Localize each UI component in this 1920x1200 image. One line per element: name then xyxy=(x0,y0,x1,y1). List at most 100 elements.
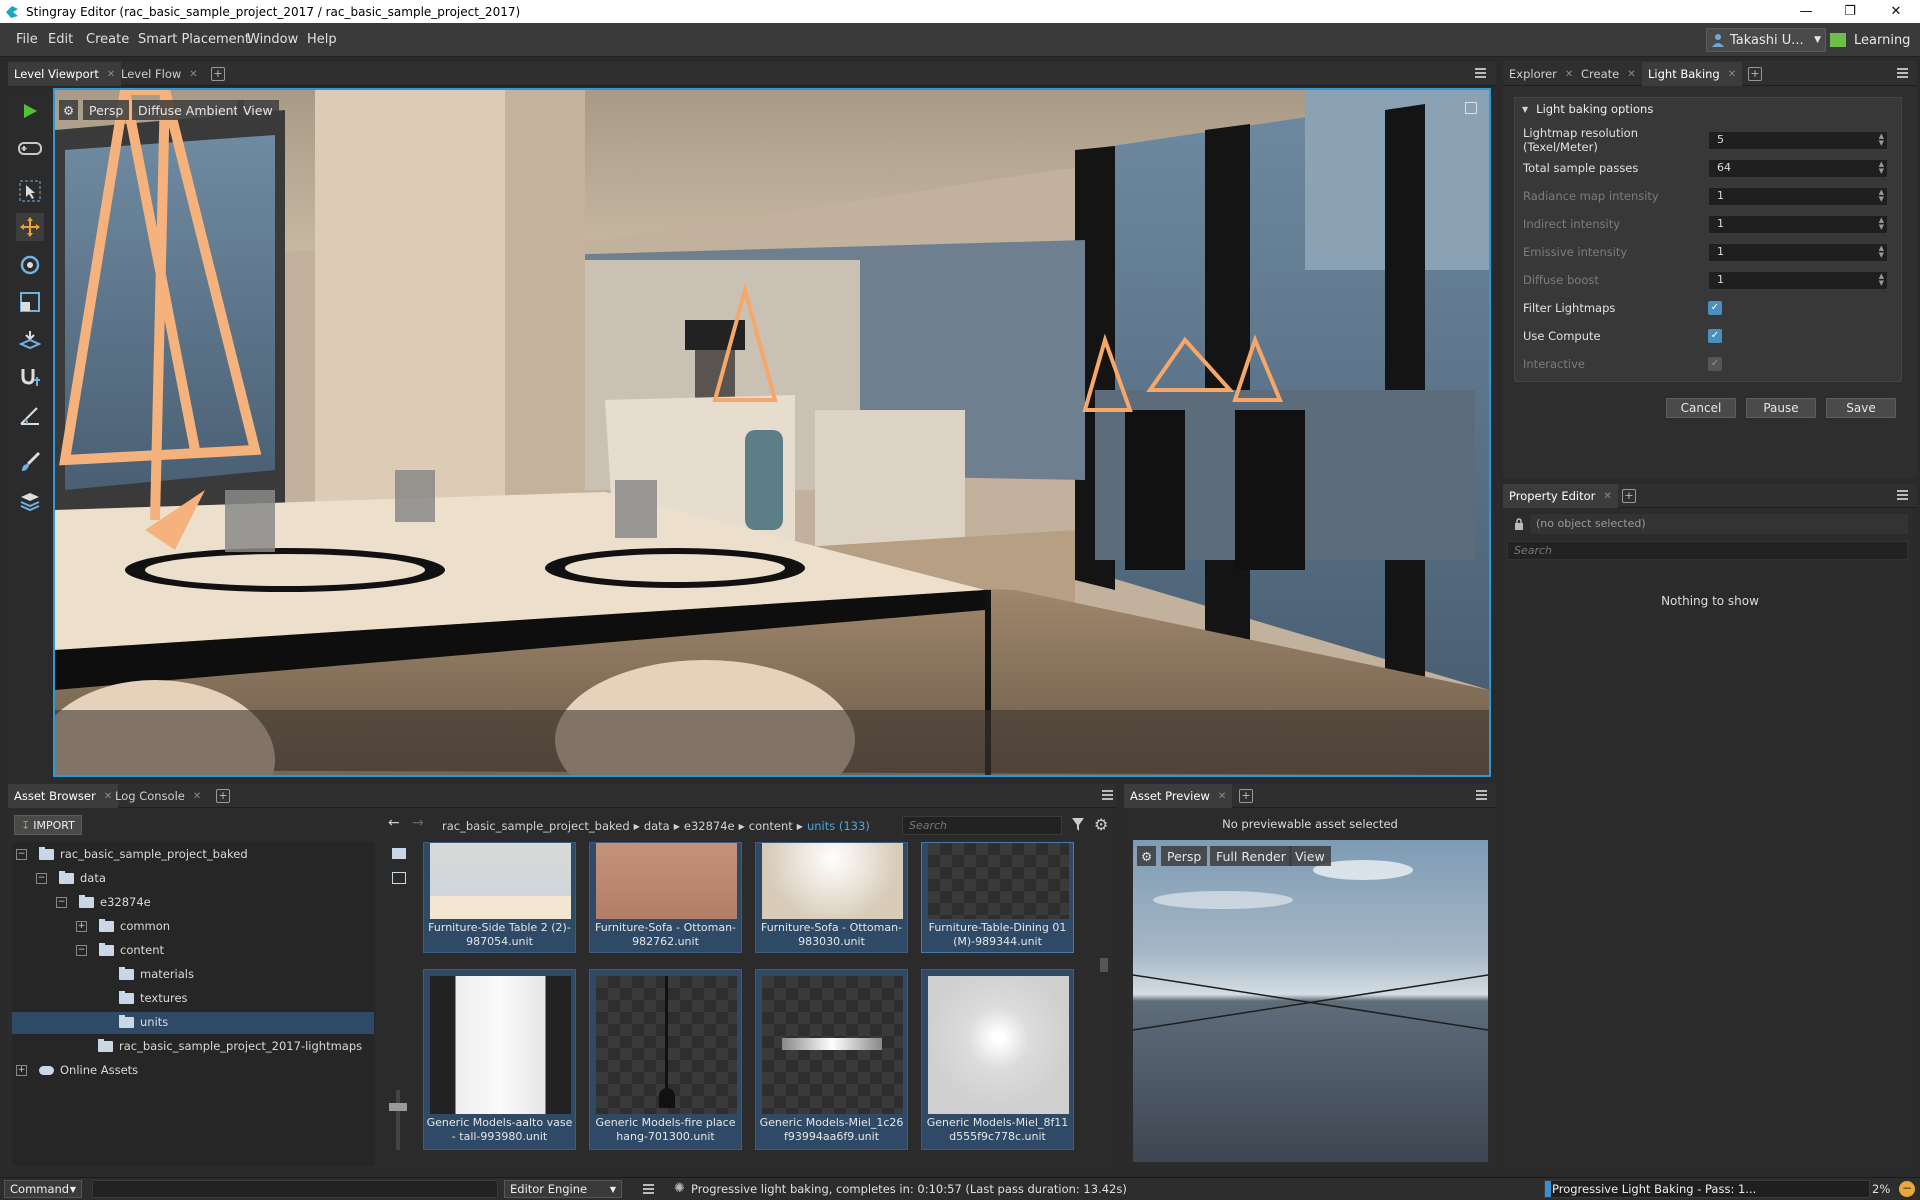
collapse-icon[interactable]: − xyxy=(56,896,67,908)
tab-property-editor[interactable]: Property Editor ✕ xyxy=(1503,484,1618,508)
close-icon[interactable]: ✕ xyxy=(1728,69,1736,80)
preview-settings-button[interactable]: ⚙ xyxy=(1137,846,1157,866)
asset-card[interactable]: Furniture-Side Table 2 (2)-987054.unit xyxy=(423,842,576,953)
snap-tool-icon[interactable] xyxy=(16,363,44,391)
import-button[interactable]: ↧ IMPORT xyxy=(14,815,82,835)
tree-item-units[interactable]: units xyxy=(119,1011,168,1033)
close-icon[interactable]: ✕ xyxy=(1565,69,1573,80)
close-icon[interactable]: ✕ xyxy=(189,69,197,80)
spinner-icon[interactable]: ▲ ▼ xyxy=(1879,216,1884,231)
preview-camera-button[interactable]: Persp xyxy=(1161,846,1208,866)
asset-card[interactable]: Furniture-Sofa - Ottoman-982762.unit xyxy=(589,842,742,953)
tab-light-baking[interactable]: Light Baking ✕ xyxy=(1642,62,1743,86)
spinner-icon[interactable]: ▲ ▼ xyxy=(1879,272,1884,287)
add-tab-icon[interactable]: + xyxy=(1239,789,1253,803)
new-asset-icon[interactable] xyxy=(392,872,406,884)
notification-icon[interactable]: − xyxy=(1899,1181,1915,1197)
gear-icon[interactable]: ⚙ xyxy=(1094,815,1110,834)
cancel-button[interactable]: Cancel xyxy=(1666,398,1736,418)
panel-menu-icon[interactable] xyxy=(1897,68,1908,78)
interactive-checkbox[interactable]: ✓ xyxy=(1708,357,1722,371)
breadcrumb-item[interactable]: data xyxy=(644,819,670,833)
close-icon[interactable]: ✕ xyxy=(1603,491,1611,502)
tree-item-project[interactable]: − rac_basic_sample_project_baked xyxy=(16,843,248,865)
view-button[interactable]: View xyxy=(237,100,279,120)
asset-card[interactable]: Furniture-Table-Dining 01 (M)-989344.uni… xyxy=(921,842,1074,953)
tree-item-content[interactable]: − content xyxy=(76,939,164,961)
expand-icon[interactable]: + xyxy=(16,1064,27,1076)
tree-item-data[interactable]: − data xyxy=(36,867,106,889)
save-button[interactable]: Save xyxy=(1826,398,1896,418)
tree-item-textures[interactable]: textures xyxy=(119,987,188,1009)
grid-scrollbar-thumb[interactable] xyxy=(1100,958,1108,972)
forward-arrow-icon[interactable]: → xyxy=(412,815,426,835)
spinner-icon[interactable]: ▲ ▼ xyxy=(1879,188,1884,203)
use-compute-checkbox[interactable]: ✓ xyxy=(1708,329,1722,343)
folder-view-icon[interactable] xyxy=(392,848,406,859)
total-sample-passes-input[interactable]: 64 ▲ ▼ xyxy=(1708,158,1888,178)
diffuse-boost-input[interactable]: 1 ▲ ▼ xyxy=(1708,270,1888,290)
tree-item-online-assets[interactable]: + Online Assets xyxy=(16,1059,138,1081)
filter-icon[interactable] xyxy=(1072,817,1086,833)
menu-help[interactable]: Help xyxy=(307,32,337,47)
menu-create[interactable]: Create xyxy=(86,32,129,47)
measure-tool-icon[interactable] xyxy=(16,401,44,429)
breadcrumb-item[interactable]: content xyxy=(749,819,793,833)
close-icon[interactable]: ✕ xyxy=(1627,69,1635,80)
add-tab-icon[interactable]: + xyxy=(211,67,225,81)
user-account-dropdown[interactable]: Takashi U... ▼ xyxy=(1706,28,1826,52)
spinner-icon[interactable]: ▲ ▼ xyxy=(1879,132,1884,147)
pause-button[interactable]: Pause xyxy=(1746,398,1816,418)
asset-card[interactable]: Furniture-Sofa - Ottoman-983030.unit xyxy=(755,842,908,953)
indirect-intensity-input[interactable]: 1 ▲ ▼ xyxy=(1708,214,1888,234)
place-tool-icon[interactable] xyxy=(16,326,44,354)
collapse-icon[interactable]: − xyxy=(36,872,47,884)
asset-card[interactable]: Generic Models-Miel_8f11d555f9c778c.unit xyxy=(921,969,1074,1150)
close-button[interactable]: ✕ xyxy=(1874,0,1918,23)
breadcrumb-item[interactable]: e32874e xyxy=(684,819,735,833)
panel-menu-icon[interactable] xyxy=(1102,790,1113,800)
close-icon[interactable]: ✕ xyxy=(193,791,201,802)
add-tab-icon[interactable]: + xyxy=(1748,67,1762,81)
tab-log-console[interactable]: Log Console ✕ xyxy=(109,784,207,808)
asset-card[interactable]: Generic Models-aalto vase - tall-993980.… xyxy=(423,969,576,1150)
add-tab-icon[interactable]: + xyxy=(1622,489,1636,503)
asset-card[interactable]: Generic Models-Miel_1c26f93994aa6f9.unit xyxy=(755,969,908,1150)
tree-item-e32874e[interactable]: − e32874e xyxy=(56,891,151,913)
add-tab-icon[interactable]: + xyxy=(216,789,230,803)
tab-explorer[interactable]: Explorer ✕ xyxy=(1503,62,1579,86)
log-list-icon[interactable] xyxy=(643,1184,654,1194)
select-tool-icon[interactable] xyxy=(16,177,44,205)
render-mode-button[interactable]: Diffuse Ambient xyxy=(132,100,245,120)
gamepad-icon[interactable] xyxy=(16,134,44,162)
tab-level-flow[interactable]: Level Flow ✕ xyxy=(115,62,204,86)
camera-mode-button[interactable]: Persp xyxy=(83,100,130,120)
breadcrumb-item[interactable]: rac_basic_sample_project_baked xyxy=(442,819,630,833)
panel-menu-icon[interactable] xyxy=(1897,490,1908,500)
panel-menu-icon[interactable] xyxy=(1475,68,1486,78)
asset-search-input[interactable] xyxy=(902,816,1062,835)
asset-card[interactable]: Generic Models-fire place hang-701300.un… xyxy=(589,969,742,1150)
filter-lightmaps-checkbox[interactable]: ✓ xyxy=(1708,301,1722,315)
tree-item-common[interactable]: + common xyxy=(76,915,170,937)
close-icon[interactable]: ✕ xyxy=(107,69,115,80)
spinner-icon[interactable]: ▲ ▼ xyxy=(1879,160,1884,175)
lightmap-resolution-input[interactable]: 5 ▲ ▼ xyxy=(1708,130,1888,150)
scale-tool-icon[interactable] xyxy=(16,288,44,316)
maximize-viewport-icon[interactable] xyxy=(1465,102,1477,114)
radiance-map-intensity-input[interactable]: 1 ▲ ▼ xyxy=(1708,186,1888,206)
close-icon[interactable]: ✕ xyxy=(1218,791,1226,802)
viewport-settings-button[interactable]: ⚙ xyxy=(59,100,79,120)
collapse-icon[interactable]: − xyxy=(16,848,27,860)
menu-file[interactable]: File xyxy=(16,32,38,47)
expand-icon[interactable]: + xyxy=(76,920,87,932)
tab-asset-browser[interactable]: Asset Browser ✕ xyxy=(8,784,119,808)
tab-create[interactable]: Create ✕ xyxy=(1575,62,1642,86)
emissive-intensity-input[interactable]: 1 ▲ ▼ xyxy=(1708,242,1888,262)
property-search-input[interactable] xyxy=(1507,541,1908,560)
preview-render-mode-button[interactable]: Full Render xyxy=(1210,846,1292,866)
move-tool-icon[interactable] xyxy=(16,213,44,241)
preview-viewport[interactable]: ⚙ Persp Full Render View xyxy=(1133,840,1488,1162)
level-viewport[interactable]: ⚙ Persp Diffuse Ambient View xyxy=(53,88,1491,777)
command-dropdown[interactable]: Command ▼ xyxy=(4,1180,82,1198)
